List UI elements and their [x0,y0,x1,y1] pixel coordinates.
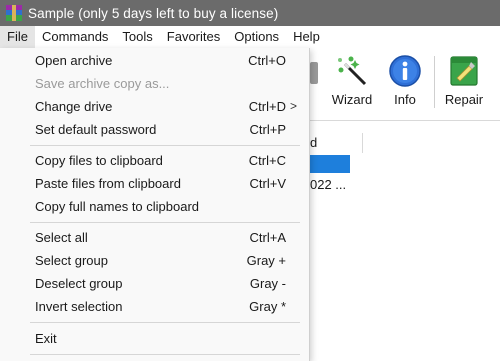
menu-item-label: Invert selection [35,299,123,314]
menu-separator [30,322,300,323]
menu-help[interactable]: Help [286,26,327,48]
column-header-text: d [310,135,318,150]
window-title: Sample (only 5 days left to buy a licens… [28,5,279,21]
repair-label: Repair [444,92,484,107]
menu-item-invert-selection[interactable]: Invert selection Gray * [0,295,309,318]
file-row-cell[interactable]: 022 ... [310,177,346,192]
menu-item-deselect-group[interactable]: Deselect group Gray - [0,272,309,295]
file-menu-dropdown: Open archive Ctrl+O Save archive copy as… [0,48,310,361]
repair-icon [450,56,478,86]
menu-item-shortcut: Ctrl+P [249,122,286,137]
menu-item-label: Paste files from clipboard [35,176,181,191]
menu-item-shortcut: Ctrl+C [248,153,286,168]
info-button[interactable]: Info [380,50,430,116]
info-icon [389,55,421,87]
menu-item-paste-files[interactable]: Paste files from clipboard Ctrl+V [0,172,309,195]
menu-item-shortcut: Ctrl+D [248,99,286,114]
menu-item-label: Exit [35,331,57,346]
menu-commands[interactable]: Commands [35,26,115,48]
submenu-arrow-icon: > [289,99,297,113]
menu-item-shortcut: Ctrl+O [248,53,286,68]
menu-separator [30,145,300,146]
menu-separator [30,222,300,223]
menu-bar: File Commands Tools Favorites Options He… [0,26,500,48]
menu-separator [30,354,300,355]
menu-item-shortcut: Gray - [249,276,286,291]
magic-wand-icon [338,56,367,86]
menu-item-shortcut: Gray * [249,299,286,314]
menu-item-select-all[interactable]: Select all Ctrl+A [0,226,309,249]
menu-item-label: Save archive copy as... [35,76,170,91]
menu-item-copy-files[interactable]: Copy files to clipboard Ctrl+C [0,149,309,172]
menu-item-select-group[interactable]: Select group Gray + [0,249,309,272]
menu-item-label: Copy full names to clipboard [35,199,200,214]
menu-item-label: Open archive [35,53,113,68]
menu-file[interactable]: File [0,26,35,48]
menu-item-set-default-password[interactable]: Set default password Ctrl+P [0,118,309,141]
wizard-button[interactable]: Wizard [326,50,378,116]
repair-button[interactable]: Repair [438,50,490,116]
menu-item-exit[interactable]: Exit [0,327,309,350]
partial-toolbar-icon [310,62,318,84]
menu-tools[interactable]: Tools [115,26,159,48]
menu-item-shortcut: Ctrl+A [249,230,286,245]
menu-item-change-drive[interactable]: Change drive Ctrl+D > [0,95,309,118]
menu-item-label: Set default password [35,122,157,137]
menu-item-label: Change drive [35,99,113,114]
menu-item-open-archive[interactable]: Open archive Ctrl+O [0,49,309,72]
title-bar: Sample (only 5 days left to buy a licens… [0,0,500,26]
menu-options[interactable]: Options [227,26,286,48]
app-books-icon [6,5,22,21]
menu-item-label: Copy files to clipboard [35,153,163,168]
menu-item-label: Select all [35,230,88,245]
menu-item-save-archive-copy: Save archive copy as... [0,72,309,95]
info-label: Info [394,92,416,107]
menu-item-shortcut: Ctrl+V [249,176,286,191]
toolbar-separator [434,56,435,108]
menu-favorites[interactable]: Favorites [160,26,227,48]
column-header[interactable]: d [310,133,363,153]
menu-item-shortcut: Gray + [246,253,286,268]
menu-item-label: Deselect group [35,276,123,291]
menu-item-label: Select group [35,253,108,268]
selected-row[interactable] [310,155,350,173]
wizard-label: Wizard [331,92,373,107]
menu-item-copy-full-names[interactable]: Copy full names to clipboard [0,195,309,218]
